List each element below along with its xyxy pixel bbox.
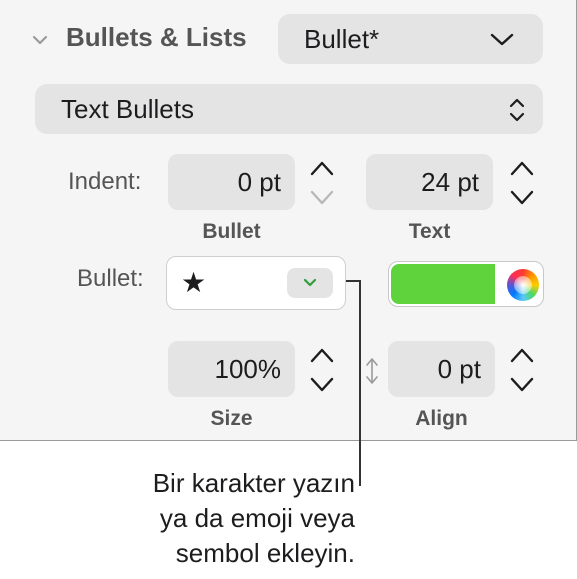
stepper-up-icon	[310, 161, 334, 176]
section-title: Bullets & Lists	[66, 22, 247, 52]
bullet-indent-caption: Bullet	[202, 220, 261, 243]
bullet-align-caption: Align	[415, 407, 468, 430]
bullet-size-stepper[interactable]	[302, 341, 342, 399]
text-indent-caption: Text	[408, 220, 451, 243]
callout-line-3: sembol ekleyin.	[175, 538, 355, 568]
bullet-label: Bullet:	[77, 265, 144, 292]
bullet-color-swatch[interactable]	[391, 264, 495, 304]
stepper-down-icon	[510, 190, 534, 205]
bullet-indent-stepper[interactable]	[302, 154, 342, 212]
callout-line-2: ya da emoji veya	[159, 503, 355, 533]
stepper-down-icon	[310, 377, 334, 392]
stepper-up-icon	[510, 348, 534, 363]
chevron-down-icon	[490, 33, 514, 46]
stepper-up-icon	[310, 348, 334, 363]
list-style-popup[interactable]: Bullet*	[278, 14, 543, 64]
bullet-type-value: Text Bullets	[61, 94, 194, 124]
color-wheel-icon[interactable]	[507, 269, 539, 301]
bullet-color-well[interactable]	[388, 261, 544, 307]
bullet-character-popup[interactable]: ★	[166, 256, 346, 310]
indent-label: Indent:	[68, 168, 142, 195]
bullet-character-dropdown-button[interactable]	[287, 268, 333, 298]
bullet-type-popup[interactable]: Text Bullets	[35, 84, 543, 134]
text-indent-field[interactable]: 24 pt	[366, 154, 493, 210]
chevron-down-icon	[303, 278, 317, 287]
stepper-down-disabled-icon	[310, 190, 334, 205]
vertical-align-arrows-icon	[366, 358, 378, 384]
bullets-lists-panel: Bullets & Lists Bullet* Text Bullets Ind…	[0, 0, 577, 441]
bullet-character-value[interactable]: ★	[181, 269, 206, 297]
bullet-align-field[interactable]: 0 pt	[388, 341, 495, 397]
bullet-indent-field[interactable]: 0 pt	[168, 154, 295, 210]
stepper-down-icon	[510, 377, 534, 392]
bullet-size-field[interactable]: 100%	[168, 341, 295, 397]
bullet-size-caption: Size	[210, 407, 253, 430]
bullet-align-stepper[interactable]	[502, 341, 542, 399]
disclosure-chevron-icon[interactable]	[30, 30, 50, 50]
up-down-chevron-icon	[509, 98, 525, 122]
callout-leader-line	[346, 280, 360, 282]
list-style-value: Bullet*	[304, 24, 380, 54]
text-indent-stepper[interactable]	[502, 154, 542, 212]
callout-text: Bir karakter yazın ya da emoji veya semb…	[153, 466, 355, 571]
stepper-up-icon	[510, 161, 534, 176]
callout-line-1: Bir karakter yazın	[152, 468, 355, 498]
callout-leader-line-vertical	[359, 280, 361, 486]
